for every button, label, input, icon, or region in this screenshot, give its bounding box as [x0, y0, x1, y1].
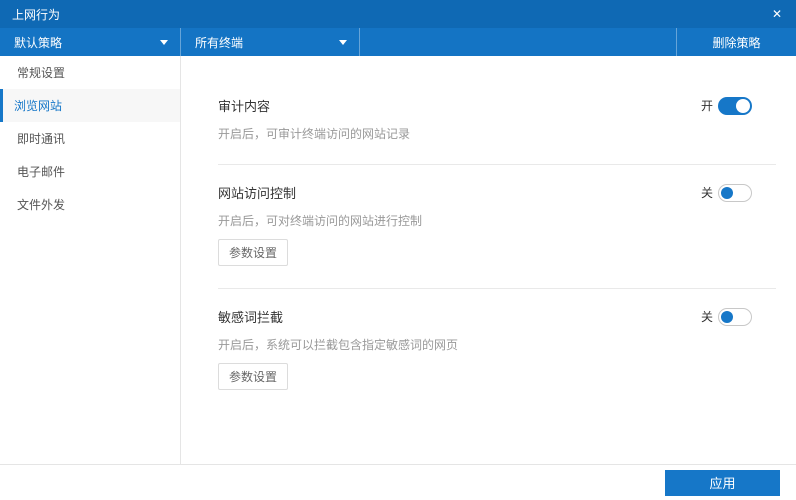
- section-divider: [218, 288, 776, 289]
- terminal-dropdown[interactable]: 所有终端: [181, 28, 360, 56]
- params-settings-button[interactable]: 参数设置: [218, 363, 289, 390]
- chevron-down-icon: [160, 39, 168, 45]
- sidebar-item-instant-messaging[interactable]: 即时通讯: [0, 122, 180, 155]
- section-header: 审计内容 开: [218, 96, 776, 115]
- setting-title: 网站访问控制: [218, 186, 297, 201]
- delete-policy-button[interactable]: 删除策略: [676, 28, 796, 56]
- toggle-knob: [721, 186, 733, 199]
- section-divider: [218, 164, 776, 165]
- dialog-title: 上网行为: [12, 7, 61, 22]
- toggle-group: 开: [700, 96, 752, 115]
- setting-section-audit-content: 审计内容 开 开启后，可审计终端访问的网站记录: [218, 96, 776, 142]
- params-settings-button[interactable]: 参数设置: [218, 239, 289, 266]
- title-bar: 上网行为 ✕: [0, 0, 796, 28]
- toggle-state-label: 关: [700, 310, 713, 324]
- policy-dropdown-value: 默认策略: [14, 35, 63, 50]
- internet-behavior-dialog: 上网行为 ✕ 默认策略 所有终端 删除策略 常规设置 浏览网站 即时通讯 电子邮…: [0, 0, 796, 500]
- section-header: 敏感词拦截 关: [218, 307, 776, 326]
- toggle-state-label: 开: [700, 99, 713, 113]
- website-access-control-toggle[interactable]: [718, 183, 752, 202]
- toggle-knob: [736, 98, 750, 113]
- sidebar-item-browse-websites[interactable]: 浏览网站: [0, 89, 180, 122]
- sidebar: 常规设置 浏览网站 即时通讯 电子邮件 文件外发: [0, 56, 181, 464]
- setting-title: 审计内容: [218, 99, 271, 114]
- policy-dropdown[interactable]: 默认策略: [0, 28, 181, 56]
- toggle-group: 关: [700, 307, 752, 326]
- sidebar-item-email[interactable]: 电子邮件: [0, 155, 180, 188]
- sidebar-item-file-outgoing[interactable]: 文件外发: [0, 188, 180, 221]
- audit-content-toggle[interactable]: [718, 96, 752, 115]
- setting-title: 敏感词拦截: [218, 310, 284, 325]
- dialog-body: 常规设置 浏览网站 即时通讯 电子邮件 文件外发 审计内容 开 开启后，可审计终…: [0, 56, 796, 464]
- terminal-dropdown-value: 所有终端: [195, 35, 244, 50]
- dialog-footer: 应用: [0, 464, 796, 500]
- toggle-state-label: 关: [700, 186, 713, 200]
- sidebar-item-general-settings[interactable]: 常规设置: [0, 56, 180, 89]
- sensitive-word-blocking-toggle[interactable]: [718, 307, 752, 326]
- close-icon[interactable]: ✕: [772, 8, 782, 20]
- setting-section-website-access-control: 网站访问控制 关 开启后，可对终端访问的网站进行控制 参数设置: [218, 183, 776, 266]
- setting-section-sensitive-word-blocking: 敏感词拦截 关 开启后，系统可以拦截包含指定敏感词的网页 参数设置: [218, 307, 776, 390]
- chevron-down-icon: [339, 39, 347, 45]
- setting-description: 开启后，可对终端访问的网站进行控制: [218, 214, 423, 228]
- setting-description: 开启后，可审计终端访问的网站记录: [218, 127, 411, 141]
- apply-button[interactable]: 应用: [665, 469, 780, 496]
- policy-toolbar: 默认策略 所有终端 删除策略: [0, 28, 796, 56]
- toggle-group: 关: [700, 183, 752, 202]
- setting-description: 开启后，系统可以拦截包含指定敏感词的网页: [218, 338, 459, 352]
- section-header: 网站访问控制 关: [218, 183, 776, 202]
- toggle-knob: [721, 310, 733, 323]
- settings-panel: 审计内容 开 开启后，可审计终端访问的网站记录 网站访问控制 关 开启后，可对终…: [181, 56, 796, 464]
